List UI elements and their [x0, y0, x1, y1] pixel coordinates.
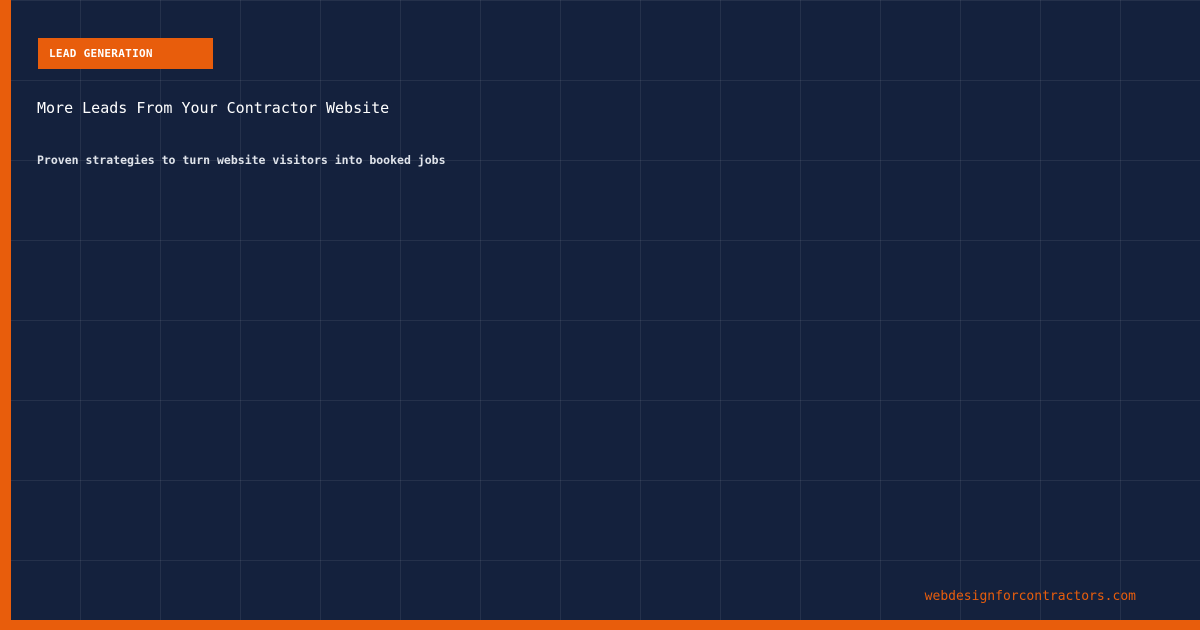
left-accent-bar [0, 0, 11, 630]
page-title: More Leads From Your Contractor Website [37, 99, 390, 117]
page-subtitle: Proven strategies to turn website visito… [37, 153, 446, 167]
background-grid [0, 0, 1200, 630]
bottom-accent-bar [0, 620, 1200, 630]
category-tag: LEAD GENERATION [38, 38, 213, 69]
site-url-link[interactable]: webdesignforcontractors.com [925, 588, 1136, 605]
